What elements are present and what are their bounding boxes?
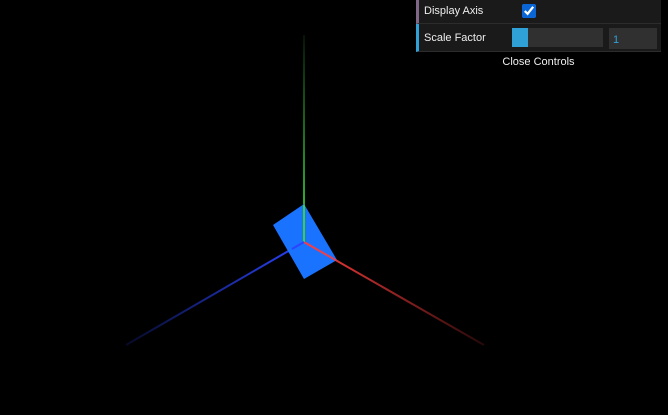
scale-factor-slider-fill — [512, 28, 529, 47]
display-axis-checkbox[interactable] — [522, 4, 536, 18]
axes-helper — [125, 35, 305, 346]
scale-factor-row: Scale Factor — [416, 24, 661, 52]
z-axis-line — [125, 241, 305, 346]
display-axis-row: Display Axis — [416, 0, 661, 24]
axes-helper-front — [291, 205, 485, 346]
scale-factor-input[interactable] — [609, 28, 657, 49]
display-axis-label: Display Axis — [424, 5, 484, 17]
scale-factor-slider[interactable] — [512, 28, 603, 47]
x-axis-line — [303, 241, 485, 346]
scale-factor-label: Scale Factor — [424, 32, 486, 44]
controls-panel: Display Axis Scale Factor Close Controls — [416, 0, 661, 73]
close-controls-button[interactable]: Close Controls — [416, 53, 661, 73]
